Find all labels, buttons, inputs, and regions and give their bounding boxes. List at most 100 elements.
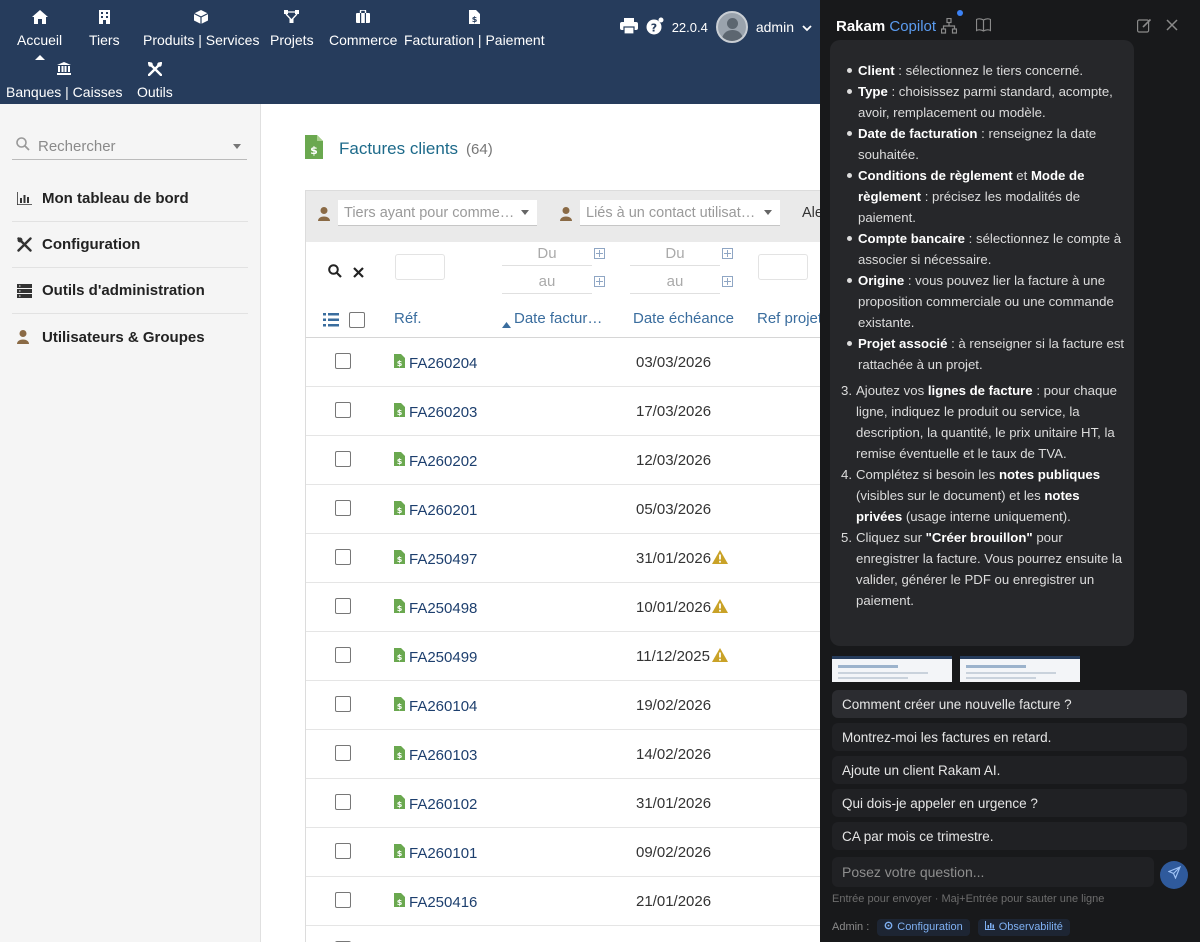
invoice-ref-link[interactable]: $ FA260204 xyxy=(394,354,477,372)
chevron-down-icon[interactable] xyxy=(802,20,812,35)
due-from-input[interactable]: Du xyxy=(630,242,720,266)
bullet-item: Compte bancaire : sélectionnez le compte… xyxy=(847,228,1128,270)
suggestion-chip[interactable]: Ajoute un client Rakam AI. xyxy=(832,756,1187,784)
row-checkbox[interactable] xyxy=(335,549,351,565)
user-name[interactable]: admin xyxy=(756,19,794,35)
extra-filter-label[interactable]: Ale xyxy=(802,205,820,221)
print-icon[interactable] xyxy=(619,17,638,37)
calendar-icon[interactable] xyxy=(722,276,733,287)
table-row[interactable]: $ FA260204 03/03/2026 xyxy=(306,338,820,387)
sidebar-item-label: Mon tableau de bord xyxy=(42,190,189,207)
calendar-icon[interactable] xyxy=(594,248,605,259)
table-row[interactable]: $ FA250498 10/01/2026 xyxy=(306,583,820,632)
invoice-ref: FA260101 xyxy=(409,844,478,862)
observability-chip[interactable]: Observabilité xyxy=(977,918,1070,936)
sort-asc-icon[interactable] xyxy=(502,315,511,333)
sidebar-item-configuration[interactable]: Configuration xyxy=(12,222,248,268)
invoice-ref-link[interactable]: $ FA260103 xyxy=(394,746,477,764)
row-checkbox[interactable] xyxy=(335,696,351,712)
invoice-ref-link[interactable]: $ FA260202 xyxy=(394,452,477,470)
invoice-ref-link[interactable]: $ FA250416 xyxy=(394,893,477,911)
sidebar-item-outils-admin[interactable]: Outils d'administration xyxy=(12,268,248,314)
row-checkbox[interactable] xyxy=(335,451,351,467)
date-to-input[interactable]: au xyxy=(502,270,592,294)
project-filter-input[interactable] xyxy=(758,254,808,280)
sidebar-search[interactable]: Rechercher xyxy=(12,134,247,160)
chip-label: Configuration xyxy=(897,921,963,933)
nav-item-banques[interactable]: Banques | Caisses xyxy=(6,62,122,100)
row-checkbox[interactable] xyxy=(335,745,351,761)
invoice-ref: FA260102 xyxy=(409,795,478,813)
invoice-ref-link[interactable]: $ FA260104 xyxy=(394,697,477,715)
suggestion-chip[interactable]: CA par mois ce trimestre. xyxy=(832,822,1187,850)
table-row[interactable]: $ FA250416 21/01/2026 xyxy=(306,877,820,926)
col-header-ref[interactable]: Réf. xyxy=(394,310,422,327)
table-row[interactable]: $ FA260201 05/03/2026 xyxy=(306,485,820,534)
calendar-icon[interactable] xyxy=(594,276,605,287)
table-row[interactable]: $ FA260203 17/03/2026 xyxy=(306,387,820,436)
row-checkbox[interactable] xyxy=(335,353,351,369)
sidebar-item-tableau-de-bord[interactable]: Mon tableau de bord xyxy=(12,176,248,222)
row-checkbox[interactable] xyxy=(335,794,351,810)
search-icon[interactable] xyxy=(328,264,342,283)
invoice-ref-link[interactable]: $ FA250498 xyxy=(394,599,477,617)
nav-item-projets[interactable]: Projets xyxy=(270,10,314,48)
invoice-ref-link[interactable]: $ FA260102 xyxy=(394,795,477,813)
date-to-placeholder: au xyxy=(538,273,556,290)
screenshot-thumbnail[interactable] xyxy=(960,656,1080,682)
edit-icon[interactable] xyxy=(1137,18,1152,38)
nav-item-produits[interactable]: Produits | Services xyxy=(143,10,259,48)
col-header-date-echeance[interactable]: Date échéance xyxy=(633,310,734,327)
row-checkbox[interactable] xyxy=(335,598,351,614)
date-from-input[interactable]: Du xyxy=(502,242,592,266)
table-row[interactable]: $ FA260102 31/01/2026 xyxy=(306,779,820,828)
table-row[interactable]: $ FA260104 19/02/2026 xyxy=(306,681,820,730)
close-icon[interactable] xyxy=(1166,18,1178,36)
table-row[interactable] xyxy=(306,926,820,942)
nav-item-outils[interactable]: Outils xyxy=(137,62,173,100)
row-checkbox[interactable] xyxy=(335,647,351,663)
invoice-ref-link[interactable]: $ FA250499 xyxy=(394,648,477,666)
suggestion-chip[interactable]: Montrez-moi les factures en retard. xyxy=(832,723,1187,751)
help-icon[interactable]: ? xyxy=(646,17,664,38)
sitemap-icon[interactable] xyxy=(940,17,958,39)
select-all-checkbox[interactable] xyxy=(349,312,365,328)
calendar-icon[interactable] xyxy=(722,248,733,259)
row-checkbox[interactable] xyxy=(335,843,351,859)
tiers-commercial-select[interactable]: Tiers ayant pour comme… xyxy=(338,200,537,226)
sidebar-item-utilisateurs[interactable]: Utilisateurs & Groupes xyxy=(12,314,248,360)
invoice-ref-link[interactable]: $ FA260203 xyxy=(394,403,477,421)
col-header-ref-projet[interactable]: Ref projet xyxy=(757,310,820,327)
screenshot-thumbnail[interactable] xyxy=(832,656,952,682)
suggestion-chip[interactable]: Comment créer une nouvelle facture ? xyxy=(832,690,1187,718)
table-row[interactable]: $ FA260103 14/02/2026 xyxy=(306,730,820,779)
nav-item-commerce[interactable]: Commerce xyxy=(329,10,397,48)
row-checkbox[interactable] xyxy=(335,402,351,418)
invoice-ref-link[interactable]: $ FA260201 xyxy=(394,501,477,519)
book-icon[interactable] xyxy=(975,18,992,37)
col-header-date-facture[interactable]: Date factur… xyxy=(514,310,602,327)
due-to-input[interactable]: au xyxy=(630,270,720,294)
avatar[interactable] xyxy=(715,11,748,43)
config-chip[interactable]: Configuration xyxy=(877,918,970,936)
table-row[interactable]: $ FA260202 12/03/2026 xyxy=(306,436,820,485)
suggestion-chip[interactable]: Qui dois-je appeler en urgence ? xyxy=(832,789,1187,817)
invoice-ref-link[interactable]: $ FA250497 xyxy=(394,550,477,568)
nav-item-tiers[interactable]: Tiers xyxy=(89,10,120,48)
question-input[interactable]: Posez votre question... xyxy=(832,857,1154,887)
row-checkbox[interactable] xyxy=(335,892,351,908)
contact-select[interactable]: Liés à un contact utilisat… xyxy=(580,200,780,226)
ref-filter-input[interactable] xyxy=(395,254,445,280)
table-row[interactable]: $ FA250499 11/12/2025 xyxy=(306,632,820,681)
invoice-icon: $ xyxy=(394,403,405,421)
nav-item-accueil[interactable]: Accueil xyxy=(17,10,62,60)
send-button[interactable] xyxy=(1160,861,1188,889)
row-checkbox[interactable] xyxy=(335,500,351,516)
table-row[interactable]: $ FA250497 31/01/2026 xyxy=(306,534,820,583)
nav-item-facturation[interactable]: $ Facturation | Paiement xyxy=(404,10,545,48)
invoice-ref-link[interactable]: $ FA260101 xyxy=(394,844,477,862)
list-columns-icon[interactable] xyxy=(323,313,339,332)
clear-filter-icon[interactable] xyxy=(353,265,364,283)
version-label: 22.0.4 xyxy=(671,19,708,35)
table-row[interactable]: $ FA260101 09/02/2026 xyxy=(306,828,820,877)
